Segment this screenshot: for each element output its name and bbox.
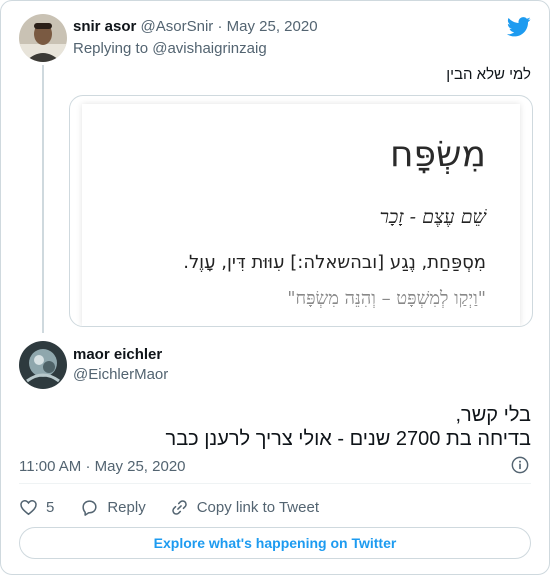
dictionary-part-of-speech: שֵׁם עֶצֶם - זָכָר	[379, 206, 486, 228]
tweet-actions: 5 Reply Copy link to Tweet	[19, 497, 319, 517]
tweet-time[interactable]: 11:00 AM	[19, 458, 81, 475]
reply-label: Reply	[107, 498, 146, 516]
dictionary-definition: מִסְפַּחַת, נֶגַע [ובהשאלה:] עִוּוּת דִּ…	[183, 252, 486, 273]
tweet2-text-line2: בדיחה בת 2700 שנים - אולי צריך לרענן כבר	[165, 428, 531, 450]
like-count: 5	[46, 498, 55, 516]
like-button[interactable]: 5	[19, 498, 54, 517]
copy-link-label: Copy link to Tweet	[196, 498, 319, 516]
replying-to: Replying to @avishaigrinzaig	[73, 40, 267, 57]
divider	[19, 483, 531, 484]
explore-twitter-button[interactable]: Explore what's happening on Twitter	[19, 527, 531, 559]
tweet-date[interactable]: May 25, 2020	[95, 458, 186, 475]
reply-button[interactable]: Reply	[80, 498, 146, 517]
replying-to-prefix: Replying to	[73, 40, 149, 57]
copy-link-button[interactable]: Copy link to Tweet	[170, 498, 319, 517]
tweet-date[interactable]: May 25, 2020	[227, 18, 318, 35]
info-icon[interactable]	[511, 456, 529, 474]
heart-icon	[20, 499, 37, 515]
tweet2-text: בלי קשר, בדיחה בת 2700 שנים - אולי צריך …	[166, 403, 531, 451]
thread-connector-line	[42, 65, 44, 333]
dictionary-word: מִשְׂפָּח	[390, 134, 486, 175]
author-handle[interactable]: @EichlerMaor	[73, 366, 168, 383]
tweet2-timestamp[interactable]: 11:00 AM · May 25, 2020	[19, 458, 186, 475]
tweet-embed-card: snir asor @AsorSnir · May 25, 2020 Reply…	[0, 0, 550, 575]
avatar-snir-asor[interactable]	[19, 14, 67, 62]
tweet1-header: snir asor @AsorSnir · May 25, 2020	[73, 18, 318, 35]
dictionary-quote: "וַיְקַו לְמִשְׁפָּט – וְהִנֵּה מִשְׂפָּ…	[287, 288, 486, 309]
tweet1-text: למי שלא הבין	[446, 66, 531, 83]
author-name[interactable]: snir asor	[73, 18, 136, 35]
author-handle[interactable]: @AsorSnir	[141, 18, 214, 35]
dictionary-card: מִשְׂפָּח שֵׁם עֶצֶם - זָכָר מִסְפַּחַת,…	[82, 104, 520, 326]
separator-dot: ·	[85, 458, 91, 475]
separator-dot: ·	[217, 18, 223, 35]
tweet1-attached-image[interactable]: מִשְׂפָּח שֵׁם עֶצֶם - זָכָר מִסְפַּחַת,…	[69, 95, 533, 327]
replying-to-handle[interactable]: @avishaigrinzaig	[152, 40, 266, 57]
author-name[interactable]: maor eichler	[73, 346, 162, 363]
reply-bubble-icon	[82, 499, 97, 516]
tweet2-text-line1: בלי קשר,	[455, 404, 531, 426]
avatar-maor-eichler[interactable]	[19, 341, 67, 389]
twitter-bird-icon[interactable]	[507, 16, 531, 38]
link-icon	[171, 499, 187, 515]
